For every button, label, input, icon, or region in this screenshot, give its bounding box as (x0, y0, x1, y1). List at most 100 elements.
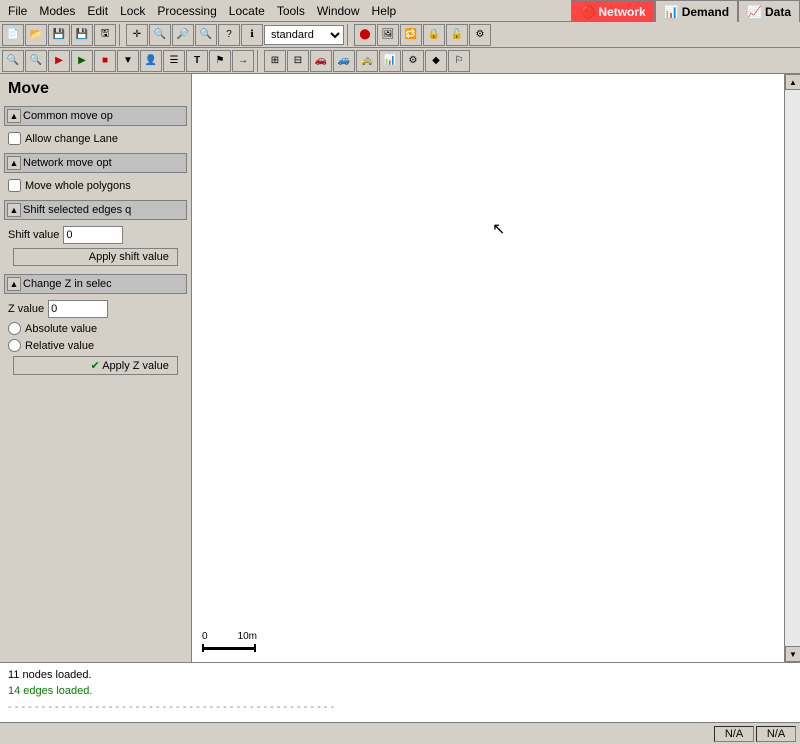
menu-help[interactable]: Help (366, 2, 403, 20)
z-value-input[interactable] (48, 300, 108, 318)
move-whole-polygons-label: Move whole polygons (25, 180, 131, 192)
main-content: Move ▲ Common move op Allow change Lane … (0, 74, 800, 662)
change-z-content: Z value Absolute value Relative value ✔ … (4, 296, 187, 379)
sep1 (119, 24, 123, 46)
move-whole-polygons-checkbox[interactable] (8, 179, 21, 192)
arrow-btn[interactable]: ▶ (48, 50, 70, 72)
top-tabs: 🔴 Network 📊 Demand 📈 Data (571, 0, 800, 22)
apply-z-label: Apply Z value (102, 360, 169, 372)
relative-radio-row: Relative value (4, 337, 187, 354)
gear-btn[interactable]: ⚙ (402, 50, 424, 72)
allow-change-lane-label: Allow change Lane (25, 133, 118, 145)
apply-z-button[interactable]: ✔ Apply Z value (13, 356, 178, 375)
arrow3-btn[interactable]: → (232, 50, 254, 72)
person-btn[interactable]: 👤 (140, 50, 162, 72)
down-btn[interactable]: ▼ (117, 50, 139, 72)
img-btn[interactable]: 🖼 (377, 24, 399, 46)
toolbar2: 🔍 🔍 ▶ ▶ ■ ▼ 👤 ☰ T ⚑ → ⊞ ⊟ 🚗 🚙 🚕 📊 ⚙ ◆ ⚐ (0, 48, 800, 74)
menu-modes[interactable]: Modes (33, 2, 81, 20)
canvas-scrollbar: ▲ ▼ (784, 74, 800, 662)
log-dashes: - - - - - - - - - - - - - - - - - - - - … (8, 699, 792, 715)
menu-window[interactable]: Window (311, 2, 366, 20)
common-move-collapse[interactable]: ▲ (7, 109, 21, 123)
shift-value-input[interactable] (63, 226, 123, 244)
zoom-in-btn[interactable]: 🔍 (2, 50, 24, 72)
zoom2-btn[interactable]: 🔎 (172, 24, 194, 46)
flag2-btn[interactable]: ⚐ (448, 50, 470, 72)
tab-network[interactable]: 🔴 Network (571, 0, 654, 22)
green-btn[interactable]: 🔁 (400, 24, 422, 46)
sep2 (347, 24, 351, 46)
menubar: File Modes Edit Lock Processing Locate T… (0, 0, 800, 22)
new-btn[interactable]: 📄 (2, 24, 24, 46)
menu-edit[interactable]: Edit (81, 2, 114, 20)
network-move-content: Move whole polygons (4, 175, 187, 196)
scroll-track[interactable] (785, 90, 800, 646)
status-area: 11 nodes loaded. 14 edges loaded. - - - … (0, 662, 800, 722)
inspect-btn[interactable]: 🔍 (195, 24, 217, 46)
absolute-radio[interactable] (8, 322, 21, 335)
grid-btn[interactable]: ⊞ (264, 50, 286, 72)
relative-radio[interactable] (8, 339, 21, 352)
scale-bar: 0 10m (202, 631, 257, 652)
text-btn[interactable]: T (186, 50, 208, 72)
lines-btn[interactable]: ☰ (163, 50, 185, 72)
network-icon: 🔴 (580, 5, 595, 19)
coord1-cell: N/A (714, 726, 754, 742)
canvas-area[interactable]: ↖ 0 10m (192, 74, 784, 662)
mode-dropdown[interactable]: standard custom (264, 25, 344, 45)
open-btn[interactable]: 📂 (25, 24, 47, 46)
z-value-row: Z value (4, 298, 187, 320)
change-z-label: Change Z in selec (23, 278, 112, 290)
change-z-collapse[interactable]: ▲ (7, 277, 21, 291)
shift-edges-label: Shift selected edges q (23, 204, 131, 216)
menu-lock[interactable]: Lock (114, 2, 151, 20)
apply-shift-button[interactable]: Apply shift value (13, 248, 178, 266)
info-btn[interactable]: ℹ (241, 24, 263, 46)
lock-btn[interactable]: 🔒 (423, 24, 445, 46)
common-move-section-header[interactable]: ▲ Common move op (4, 106, 187, 126)
shift-edges-content: Shift value Apply shift value (4, 222, 187, 270)
car3-btn[interactable]: 🚕 (356, 50, 378, 72)
coord2-cell: N/A (756, 726, 796, 742)
menu-file[interactable]: File (2, 2, 33, 20)
car2-btn[interactable]: 🚙 (333, 50, 355, 72)
arrow2-btn[interactable]: ▶ (71, 50, 93, 72)
panel-title: Move (4, 78, 187, 100)
network-move-collapse[interactable]: ▲ (7, 156, 21, 170)
diamond-btn[interactable]: ◆ (425, 50, 447, 72)
save3-btn[interactable]: 🖫 (94, 24, 116, 46)
shift-value-label: Shift value (8, 229, 59, 241)
flag-btn[interactable]: ⚑ (209, 50, 231, 72)
menu-locate[interactable]: Locate (223, 2, 271, 20)
zoom-btn[interactable]: 🔍 (149, 24, 171, 46)
change-z-section-header[interactable]: ▲ Change Z in selec (4, 274, 187, 294)
tab-demand[interactable]: 📊 Demand (655, 0, 738, 22)
grid2-btn[interactable]: ⊟ (287, 50, 309, 72)
cursor-icon: ↖ (492, 219, 505, 239)
tool5-btn[interactable]: ⚙ (469, 24, 491, 46)
question-btn[interactable]: ? (218, 24, 240, 46)
shift-edges-section-header[interactable]: ▲ Shift selected edges q (4, 200, 187, 220)
shift-value-row: Shift value (4, 224, 187, 246)
menu-processing[interactable]: Processing (151, 2, 222, 20)
chart-btn[interactable]: 📊 (379, 50, 401, 72)
save2-btn[interactable]: 💾 (71, 24, 93, 46)
save-btn[interactable]: 💾 (48, 24, 70, 46)
crosshair-btn[interactable]: ✛ (126, 24, 148, 46)
allow-change-lane-checkbox[interactable] (8, 132, 21, 145)
red-circle-btn[interactable]: ⬤ (354, 24, 376, 46)
square-btn[interactable]: ■ (94, 50, 116, 72)
left-panel: Move ▲ Common move op Allow change Lane … (0, 74, 192, 662)
scroll-up-btn[interactable]: ▲ (785, 74, 800, 90)
shift-edges-collapse[interactable]: ▲ (7, 203, 21, 217)
menu-tools[interactable]: Tools (271, 2, 311, 20)
zoom-out-btn[interactable]: 🔍 (25, 50, 47, 72)
unlock-btn[interactable]: 🔓 (446, 24, 468, 46)
common-move-content: Allow change Lane (4, 128, 187, 149)
log-line1: 11 nodes loaded. (8, 667, 792, 683)
scroll-down-btn[interactable]: ▼ (785, 646, 800, 662)
network-move-section-header[interactable]: ▲ Network move opt (4, 153, 187, 173)
car-btn[interactable]: 🚗 (310, 50, 332, 72)
tab-data[interactable]: 📈 Data (738, 0, 800, 22)
